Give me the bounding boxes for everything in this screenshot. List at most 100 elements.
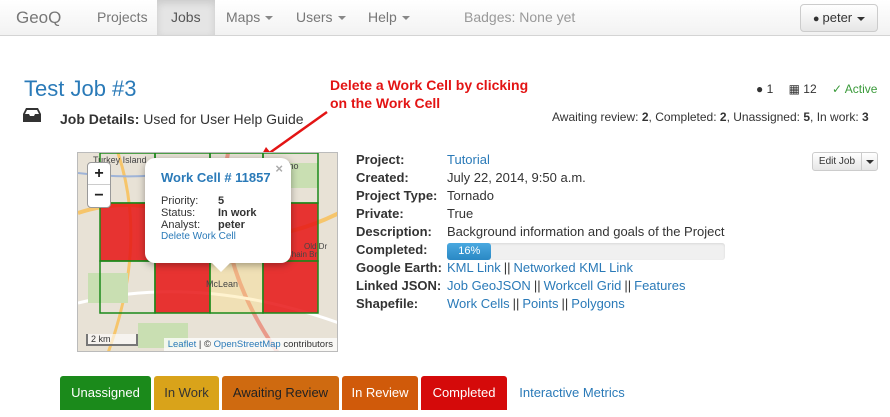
kml-link[interactable]: KML Link — [447, 260, 501, 275]
annotation-callout: Delete a Work Cell by clicking on the Wo… — [330, 76, 575, 112]
separator: || — [512, 296, 520, 311]
tab-interactive-metrics[interactable]: Interactive Metrics — [512, 376, 632, 410]
job-counters: ● 1 ▦ 12 ✓ Active — [756, 82, 889, 96]
edit-job-button[interactable]: Edit Job — [812, 152, 862, 171]
tab-completed[interactable]: Completed — [421, 376, 507, 410]
work-cell-popup: × Work Cell # 11857 Priority: 5 Status: In… — [145, 158, 291, 263]
work-cell[interactable] — [262, 260, 319, 314]
status-summary: Awaiting review: 2, Completed: 2, Unassi… — [552, 110, 869, 124]
status-badge: ✓ Active — [832, 82, 878, 96]
popup-priority-label: Priority: — [161, 195, 199, 207]
workcell-grid-link[interactable]: Workcell Grid — [544, 278, 622, 293]
user-menu-button[interactable]: ● peter — [800, 4, 878, 32]
zoom-control: + − — [87, 162, 111, 208]
prop-json-label: Linked JSON: — [356, 278, 442, 293]
polygons-link[interactable]: Polygons — [571, 296, 624, 311]
delete-work-cell-link[interactable]: Delete Work Cell — [161, 231, 276, 242]
prop-shapefile: Shapefile: Work Cells || Points || Polygons — [356, 296, 736, 314]
popup-status-label: Status: — [161, 207, 196, 219]
summary-inwork-label: In work: — [816, 110, 859, 124]
work-cells-link[interactable]: Work Cells — [447, 296, 510, 311]
status-value: Active — [844, 82, 878, 96]
prop-private-label: Private: — [356, 206, 404, 221]
prop-completed-label: Completed: — [356, 242, 428, 257]
summary-completed-label: Completed: — [655, 110, 717, 124]
popup-title[interactable]: Work Cell # 11857 — [161, 170, 276, 185]
job-details-label: Job Details: — [60, 111, 140, 127]
popup-tip — [211, 262, 231, 272]
prop-google-earth: Google Earth: KML Link || Networked KML Li… — [356, 260, 736, 278]
prop-description-label: Description: — [356, 224, 432, 239]
prop-type: Project Type: Tornado — [356, 188, 736, 206]
attribution-tail: contributors — [283, 339, 333, 350]
points-link[interactable]: Points — [522, 296, 558, 311]
nav-maps[interactable]: Maps — [212, 0, 287, 35]
prop-private: Private: True — [356, 206, 736, 224]
prop-type-value: Tornado — [447, 188, 494, 203]
job-geojson-link[interactable]: Job GeoJSON — [447, 278, 531, 293]
annotation-line2: on the Work Cell — [330, 95, 441, 111]
cells-count-value: 12 — [803, 82, 817, 96]
separator: || — [624, 278, 632, 293]
page-title[interactable]: Test Job #3 — [24, 76, 137, 102]
zoom-in-button[interactable]: + — [88, 163, 110, 185]
project-link[interactable]: Tutorial — [447, 152, 490, 167]
cells-count: ▦ 12 — [788, 82, 817, 96]
chevron-down-icon — [866, 160, 874, 164]
prop-created-label: Created: — [356, 170, 409, 185]
work-cell[interactable] — [154, 260, 211, 314]
progress-fill: 16% — [447, 243, 492, 260]
prop-private-value: True — [447, 206, 474, 221]
badges-text: Badges: None yet — [464, 9, 576, 25]
prop-project: Project: Tutorial — [356, 152, 736, 170]
chevron-down-icon — [265, 16, 274, 21]
nav-help[interactable]: Help — [354, 0, 424, 35]
networked-kml-link[interactable]: Networked KML Link — [513, 260, 632, 275]
features-link[interactable]: Features — [634, 278, 685, 293]
prop-completed: Completed: 16% — [356, 242, 736, 260]
summary-inwork: 3 — [862, 110, 869, 124]
work-cell[interactable] — [99, 260, 156, 314]
summary-awaiting-label: Awaiting review: — [552, 110, 639, 124]
leaflet-link[interactable]: Leaflet — [168, 339, 197, 350]
popup-analyst-value: peter — [218, 219, 245, 231]
tab-awaiting-review[interactable]: Awaiting Review — [222, 376, 339, 410]
users-count-value: 1 — [766, 82, 774, 96]
nav-help-label: Help — [368, 9, 397, 25]
edit-job-dropdown-toggle[interactable] — [861, 152, 878, 171]
nav-maps-label: Maps — [226, 9, 261, 25]
user-icon: ● — [812, 13, 820, 25]
summary-unassigned: 5 — [803, 110, 811, 124]
users-count: ● 1 — [756, 82, 774, 96]
prop-type-label: Project Type: — [356, 188, 438, 203]
tab-in-work[interactable]: In Work — [154, 376, 219, 410]
nav-projects[interactable]: Projects — [83, 0, 162, 35]
tab-unassigned[interactable]: Unassigned — [60, 376, 151, 410]
close-icon[interactable]: × — [275, 161, 283, 176]
osm-link[interactable]: OpenStreetMap — [214, 339, 281, 350]
navbar: GeoQ Projects Jobs Maps Users Help Badge… — [0, 0, 890, 36]
prop-description: Description: Background information and … — [356, 224, 736, 242]
map-scale: 2 km — [86, 334, 138, 346]
popup-priority: Priority: 5 — [161, 195, 276, 207]
nav-jobs[interactable]: Jobs — [157, 0, 215, 35]
popup-analyst: Analyst: peter — [161, 219, 276, 231]
user-name: peter — [822, 10, 853, 25]
place-label: McLean — [206, 279, 238, 289]
attribution-sep: | © — [198, 339, 211, 350]
inbox-icon — [23, 108, 41, 122]
prop-created-value: July 22, 2014, 9:50 a.m. — [447, 170, 586, 185]
prop-linked-json: Linked JSON: Job GeoJSON || Workcell Grid |… — [356, 278, 736, 296]
completion-progress-bar: 16% — [447, 243, 725, 260]
nav-users[interactable]: Users — [282, 0, 360, 35]
summary-completed: 2 — [719, 110, 727, 124]
separator: || — [503, 260, 511, 275]
tab-in-review[interactable]: In Review — [342, 376, 418, 410]
chevron-down-icon — [401, 16, 410, 21]
brand-logo[interactable]: GeoQ — [16, 8, 61, 28]
zoom-out-button[interactable]: − — [88, 185, 110, 207]
prop-ge-label: Google Earth: — [356, 260, 442, 275]
chevron-down-icon — [337, 16, 346, 21]
prop-project-label: Project: — [356, 152, 405, 167]
chevron-down-icon — [857, 16, 866, 21]
